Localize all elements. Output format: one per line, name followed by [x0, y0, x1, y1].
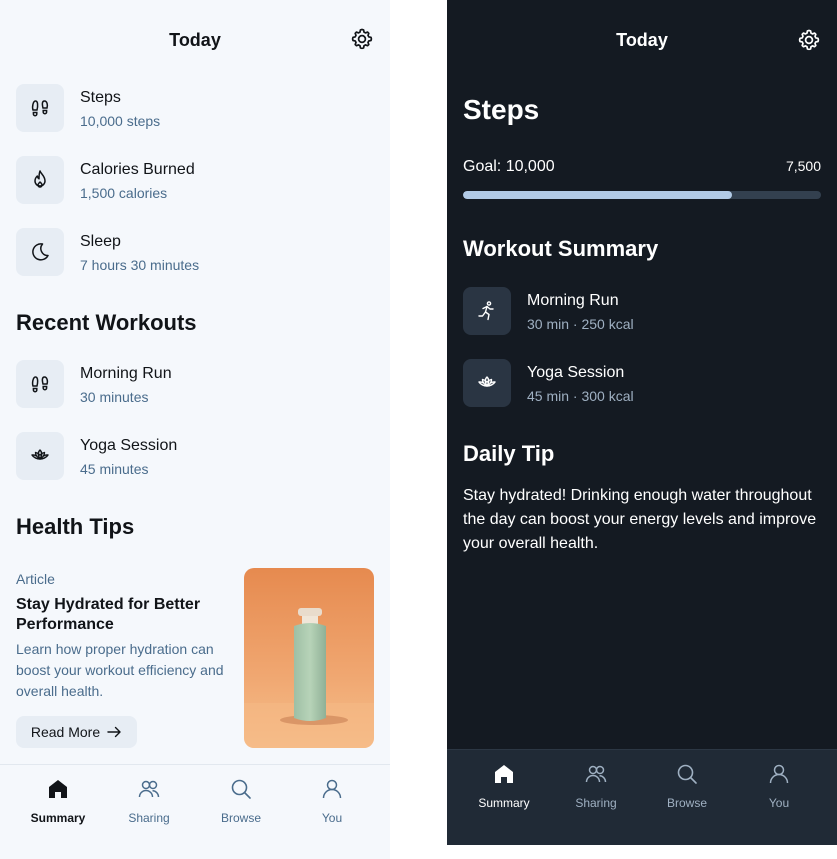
dark-screen: Today Steps Goal: 10,000 7,500 Workout S… — [447, 0, 837, 845]
nav-you[interactable]: You — [733, 762, 825, 822]
workout-title: Morning Run — [527, 292, 619, 309]
metric-title: Calories Burned — [80, 161, 195, 178]
nav-browse[interactable]: Browse — [195, 777, 287, 837]
metric-steps[interactable]: Steps 10,000 steps — [16, 84, 376, 132]
nav-label: Summary — [478, 796, 530, 810]
gear-icon[interactable] — [350, 27, 374, 51]
daily-tip-heading: Daily Tip — [463, 441, 555, 466]
metric-value: 1,500 calories — [80, 185, 168, 201]
read-more-label: Read More — [30, 724, 101, 740]
steps-progress-fill — [463, 191, 732, 199]
nav-browse[interactable]: Browse — [641, 762, 733, 822]
nav-label: Sharing — [575, 796, 617, 810]
nav-label: Browse — [220, 811, 261, 825]
metric-value: 7 hours 30 minutes — [80, 257, 200, 273]
flame-icon — [16, 156, 64, 204]
daily-tip-text: Stay hydrated! Drinking enough water thr… — [463, 487, 817, 552]
nav-label: You — [768, 796, 790, 810]
moon-icon — [16, 228, 64, 276]
workout-summary-heading: Workout Summary — [463, 236, 659, 261]
goal-label: Goal: 10,000 — [463, 158, 555, 175]
home-icon — [49, 780, 67, 798]
water-bottle-image[interactable] — [244, 568, 374, 748]
workout-stats: 45 min · 300 kcal — [527, 388, 634, 404]
metric-title: Sleep — [80, 233, 121, 250]
users-icon — [585, 765, 607, 783]
steps-heading: Steps — [463, 94, 540, 125]
workout-title: Yoga Session — [527, 364, 625, 381]
page-title: Today — [616, 30, 668, 50]
nav-sharing[interactable]: Sharing — [550, 762, 642, 822]
health-tips-heading: Health Tips — [16, 514, 135, 539]
workout-yoga-session[interactable]: Yoga Session 45 min · 300 kcal — [463, 359, 823, 407]
running-person-icon — [463, 287, 511, 335]
article-description: Learn how proper hydration can boost you… — [16, 641, 224, 699]
nav-summary[interactable]: Summary — [458, 762, 550, 822]
nav-label: Browse — [666, 796, 707, 810]
goal-progress-value: 7,500 — [785, 158, 821, 174]
recent-workouts-heading: Recent Workouts — [16, 310, 197, 335]
user-icon — [769, 764, 789, 784]
nav-label: You — [321, 811, 343, 825]
workout-morning-run[interactable]: Morning Run 30 min · 250 kcal — [463, 287, 823, 335]
nav-label: Sharing — [128, 811, 170, 825]
nav-summary[interactable]: Summary — [12, 777, 104, 837]
lotus-icon — [463, 359, 511, 407]
metric-title: Steps — [80, 89, 121, 106]
workout-duration: 45 minutes — [80, 461, 149, 477]
nav-sharing[interactable]: Sharing — [103, 777, 195, 837]
bottom-nav: Summary Sharing Browse You — [0, 764, 390, 859]
users-icon — [138, 780, 160, 798]
metric-calories[interactable]: Calories Burned 1,500 calories — [16, 156, 376, 204]
footprints-icon — [16, 84, 64, 132]
page-title: Today — [169, 30, 221, 50]
bottom-nav: Summary Sharing Browse You — [447, 749, 837, 845]
nav-you[interactable]: You — [286, 777, 378, 837]
footprints-icon — [16, 360, 64, 408]
home-icon — [495, 765, 513, 783]
app-screens: Today Steps 10,000 steps Calories Burned… — [0, 0, 837, 859]
workout-morning-run[interactable]: Morning Run 30 minutes — [16, 360, 376, 408]
workout-duration: 30 minutes — [80, 389, 149, 405]
article-title[interactable]: Stay Hydrated for Better Performance — [16, 595, 236, 635]
gear-icon[interactable] — [797, 28, 821, 52]
light-screen: Today Steps 10,000 steps Calories Burned… — [0, 0, 390, 859]
workout-title: Yoga Session — [80, 437, 178, 454]
user-icon — [322, 779, 342, 799]
metric-value: 10,000 steps — [80, 113, 161, 129]
lotus-icon — [16, 432, 64, 480]
workout-stats: 30 min · 250 kcal — [527, 316, 634, 332]
read-more-button[interactable]: Read More — [16, 716, 137, 748]
workout-yoga-session[interactable]: Yoga Session 45 minutes — [16, 432, 376, 480]
workout-title: Morning Run — [80, 365, 172, 382]
top-bar: Today — [0, 22, 390, 58]
search-icon — [231, 779, 251, 799]
metric-sleep[interactable]: Sleep 7 hours 30 minutes — [16, 228, 376, 276]
article-kicker: Article — [16, 571, 55, 587]
steps-progress-bar — [463, 191, 821, 199]
nav-label: Summary — [30, 811, 86, 825]
search-icon — [677, 764, 697, 784]
arrow-right-icon — [107, 726, 121, 738]
